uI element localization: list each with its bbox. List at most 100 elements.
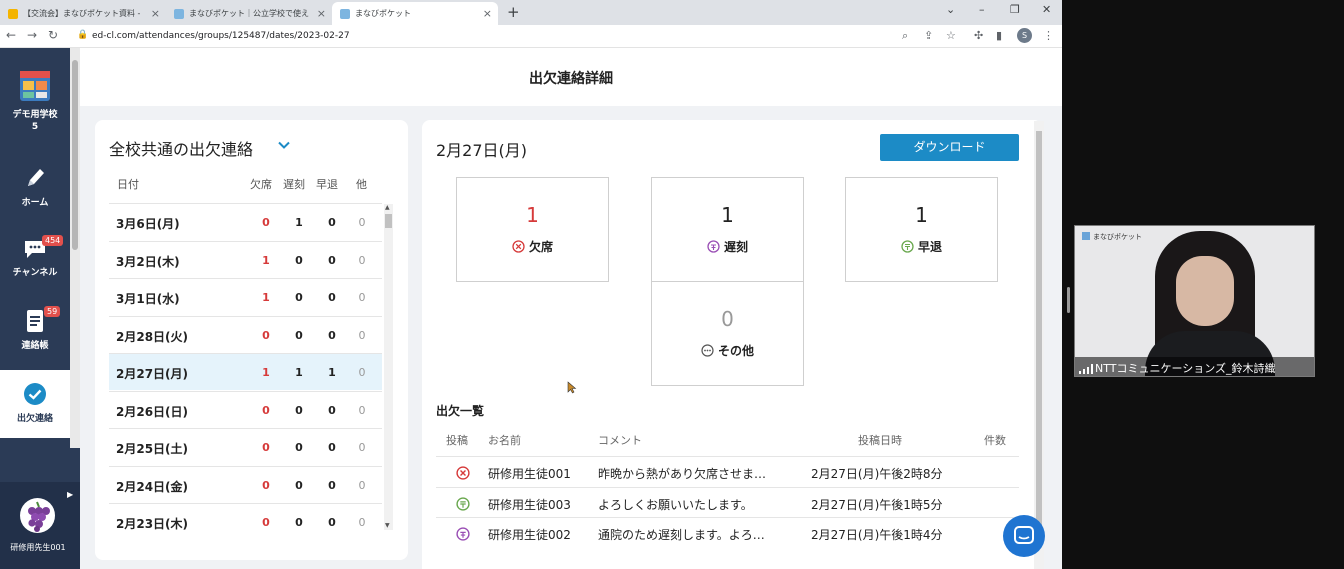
column-header-absent: 欠席 [250, 178, 272, 191]
row-late-count: 0 [295, 328, 303, 342]
page-header: 出欠連絡詳細 [80, 48, 1062, 106]
summary-absent[interactable]: 1 欠席 [456, 177, 609, 282]
avatar [20, 498, 55, 533]
school-switcher[interactable]: デモ用学校5 [0, 70, 70, 133]
row-date: 2月28日(火) [116, 329, 189, 344]
date-list-row[interactable]: 2月27日(月) 1 1 1 0 [109, 353, 382, 390]
sidebar-item-attendance[interactable]: 出欠連絡 [0, 370, 70, 438]
url-text[interactable]: ed-cl.com/attendances/groups/125487/date… [92, 31, 350, 41]
browser-tab-slides[interactable]: 【交流会】まなびポケット資料 - Goo... × [0, 2, 166, 25]
sidebar-scrollbar[interactable] [70, 48, 80, 448]
attendance-detail-card: 2月27日(月) ダウンロード 1 欠席 1 遅刻 1 早退 0 その他 出欠一… [422, 120, 1042, 569]
manabi-favicon [340, 8, 350, 19]
row-late-count: 0 [295, 441, 303, 454]
date-list-row[interactable]: 2月28日(火) 0 0 0 0 [109, 315, 382, 353]
browser-tab-manabi[interactable]: まなびポケット × [332, 2, 498, 25]
row-other-count: 0 [358, 366, 366, 379]
sidebar-item-label: 出欠連絡 [16, 414, 53, 424]
scroll-up-icon[interactable]: ▲ [385, 204, 390, 211]
summary-late[interactable]: 1 遅刻 [651, 177, 804, 282]
date-list-row[interactable]: 2月23日(木) 0 0 0 0 [109, 503, 382, 540]
school-logo-icon [20, 71, 50, 101]
extensions-icon[interactable]: ✣ [974, 29, 983, 42]
row-name: 研修用生徒003 [488, 497, 571, 512]
restore-icon[interactable]: ❐ [1010, 3, 1020, 16]
row-late-count: 0 [295, 478, 303, 492]
scroll-down-icon[interactable]: ▼ [385, 522, 390, 529]
user-menu[interactable]: ▶ 研修用先生001 [0, 482, 80, 569]
expand-arrow-icon[interactable]: ▶ [67, 490, 73, 499]
date-list-row[interactable]: 3月6日(月) 0 1 0 0 [109, 203, 382, 240]
row-early-count: 0 [328, 291, 336, 304]
row-date: 2月25日(土) [116, 442, 189, 456]
sidebar-item-contact-book[interactable]: 59 連絡帳 [0, 306, 70, 352]
notebook-icon [27, 310, 43, 332]
row-other-count: 0 [358, 291, 366, 304]
date-list-row[interactable]: 2月26日(日) 0 0 0 0 [109, 390, 382, 428]
scrollbar-thumb[interactable] [1036, 131, 1042, 541]
sidebar-item-label: 連絡帳 [21, 341, 49, 351]
download-button[interactable]: ダウンロード [880, 134, 1019, 161]
row-absent-count: 0 [262, 216, 270, 229]
summary-other[interactable]: 0 その他 [651, 281, 804, 386]
menu-kebab-icon[interactable]: ⋮ [1043, 29, 1054, 42]
close-tab-icon[interactable]: × [483, 7, 492, 20]
row-date: 2月27日(月) [116, 367, 189, 381]
user-name: 研修用先生001 [10, 543, 66, 552]
row-absent-count: 0 [262, 478, 270, 492]
profile-avatar[interactable]: S [1017, 28, 1032, 43]
sidebar-item-label: チャンネル [12, 268, 58, 278]
row-posted: 2月27日(月)午後1時5分 [811, 497, 943, 512]
chevron-down-icon[interactable] [277, 138, 291, 152]
page-scrollbar[interactable] [1034, 121, 1044, 569]
close-tab-icon[interactable]: × [317, 7, 326, 20]
sidebar-item-channel[interactable]: 454 チャンネル [0, 235, 70, 279]
date-list-row[interactable]: 2月25日(土) 0 0 0 0 [109, 428, 382, 465]
row-late-count: 0 [295, 291, 303, 304]
row-absent-count: 1 [262, 291, 270, 304]
column-header-late: 遅刻 [283, 178, 305, 191]
row-early-count: 0 [328, 328, 336, 342]
selected-date-title: 2月27日(月) [436, 141, 528, 160]
other-label: その他 [652, 342, 803, 359]
minimize-icon[interactable]: – [979, 3, 985, 16]
summary-early[interactable]: 1 早退 [845, 177, 998, 282]
scrollbar-thumb[interactable] [385, 214, 392, 228]
row-absent-count: 0 [262, 516, 270, 529]
row-date: 3月6日(月) [116, 217, 180, 231]
row-other-count: 0 [358, 216, 366, 229]
tab-search-icon[interactable]: ⌄ [946, 3, 955, 16]
close-window-icon[interactable]: ✕ [1042, 3, 1051, 16]
forward-icon[interactable]: → [27, 28, 37, 42]
date-list-scrollbar[interactable]: ▲ ▼ [384, 204, 393, 530]
share-icon[interactable]: ⇪ [924, 29, 933, 42]
row-comment: よろしくお願いいたします。 [598, 497, 753, 512]
panel-divider-handle[interactable] [1067, 287, 1070, 313]
address-bar[interactable]: 🔒 ed-cl.com/attendances/groups/125487/da… [72, 27, 897, 46]
attendance-list-row[interactable]: 研修用生徒001 昨晩から熱があり欠席させま… 2月27日(月)午後2時8分 [436, 456, 1019, 486]
date-list-row[interactable]: 3月1日(水) 1 0 0 0 [109, 278, 382, 315]
row-other-count: 0 [358, 328, 366, 342]
date-list-row[interactable]: 3月2日(木) 1 0 0 0 [109, 240, 382, 278]
browser-toolbar: ← → ↻ 🔒 ed-cl.com/attendances/groups/125… [0, 25, 1062, 48]
browser-window: 【交流会】まなびポケット資料 - Goo... × まなびポケット｜公立学校で使… [0, 0, 1062, 569]
attendance-list-row[interactable]: 研修用生徒002 通院のため遅刻します。よろ… 2月27日(月)午後1時4分 [436, 517, 1019, 547]
sidebar-item-home[interactable]: ホーム [0, 166, 70, 209]
row-early-count: 0 [328, 441, 336, 454]
scrollbar-thumb[interactable] [72, 60, 78, 250]
zoom-icon[interactable]: ⌕ [902, 29, 908, 43]
row-date: 2月26日(日) [116, 404, 189, 419]
date-list-row[interactable]: 2月24日(金) 0 0 0 0 [109, 465, 382, 503]
bookmark-star-icon[interactable]: ☆ [946, 29, 956, 42]
reload-icon[interactable]: ↻ [48, 28, 58, 42]
attendance-list-row[interactable]: 研修用生徒003 よろしくお願いいたします。 2月27日(月)午後1時5分 [436, 486, 1019, 517]
back-icon[interactable]: ← [6, 28, 16, 42]
row-late-count: 0 [295, 253, 303, 267]
chat-support-button[interactable] [1003, 515, 1045, 557]
close-tab-icon[interactable]: × [151, 7, 160, 20]
side-panel-icon[interactable]: ▮ [996, 29, 1002, 42]
late-status-icon [456, 526, 470, 545]
new-tab-button[interactable]: + [507, 3, 520, 21]
tab-strip: 【交流会】まなびポケット資料 - Goo... × まなびポケット｜公立学校で使… [0, 0, 1062, 25]
browser-tab-manabi-info[interactable]: まなびポケット｜公立学校で使える教... × [166, 2, 332, 25]
